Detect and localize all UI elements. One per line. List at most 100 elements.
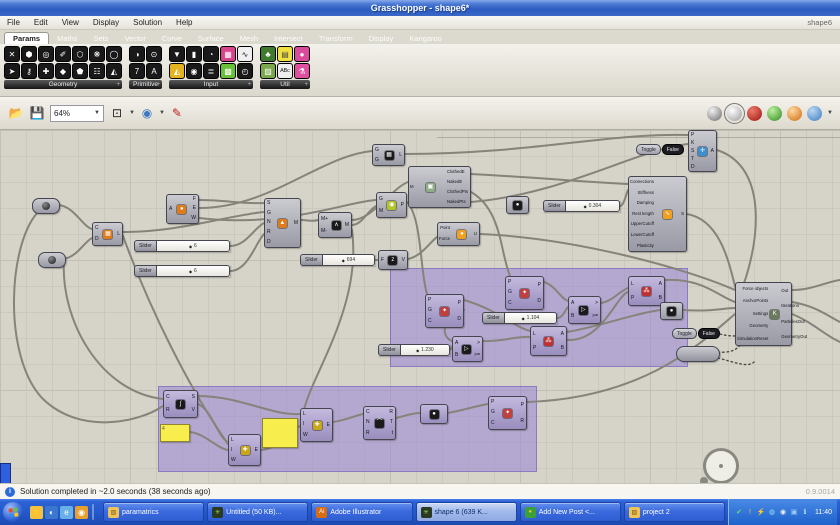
panel-small[interactable]: 4 bbox=[160, 424, 190, 442]
port-in[interactable]: I bbox=[303, 422, 304, 427]
port-in[interactable]: Rest length bbox=[632, 212, 654, 216]
slider-track[interactable]: ◆0.304 bbox=[566, 200, 620, 212]
menu-view[interactable]: View bbox=[55, 18, 86, 27]
menu-display[interactable]: Display bbox=[86, 18, 126, 27]
port-in[interactable]: D bbox=[691, 165, 695, 170]
port-in[interactable]: G bbox=[379, 197, 383, 202]
geometry-component-icon-6[interactable]: ◯ bbox=[106, 46, 122, 62]
port-out[interactable]: S bbox=[681, 212, 684, 216]
port-out[interactable]: W bbox=[191, 216, 196, 221]
tab-params[interactable]: Params bbox=[4, 32, 49, 44]
canvas-compass-widget[interactable] bbox=[703, 448, 739, 483]
slider-1230[interactable]: Slider◆1.230 bbox=[378, 344, 450, 356]
port-out[interactable]: ParticlesOut bbox=[781, 320, 804, 324]
port-out[interactable]: R bbox=[389, 410, 393, 415]
port-out[interactable]: E bbox=[255, 448, 258, 453]
geometry-component-icon-0[interactable]: ✕ bbox=[4, 46, 20, 62]
port-in[interactable]: G bbox=[428, 308, 432, 313]
port-in[interactable]: B bbox=[455, 353, 458, 358]
port-out[interactable]: V bbox=[192, 408, 195, 413]
geometry-param-2[interactable] bbox=[38, 252, 66, 268]
slider-grip[interactable]: ◆ bbox=[342, 258, 345, 263]
slider-694[interactable]: Slider◆694 bbox=[300, 254, 375, 266]
port-out[interactable]: P bbox=[538, 283, 541, 288]
group-expand-icon[interactable]: + bbox=[304, 82, 308, 88]
input-component-icon-2[interactable]: ◔ bbox=[203, 46, 219, 62]
meshmachine[interactable]: SGNRD▲M bbox=[264, 198, 301, 248]
port-in[interactable]: C bbox=[366, 410, 370, 415]
port-out[interactable]: A bbox=[561, 332, 564, 337]
port-in[interactable]: SimulationReset bbox=[737, 337, 768, 341]
port-in[interactable]: Settings bbox=[753, 312, 769, 316]
port-out[interactable]: L bbox=[117, 232, 120, 237]
start-button[interactable] bbox=[3, 502, 23, 522]
mesh-join[interactable]: M+M-∧M bbox=[318, 212, 352, 238]
tab-intersect[interactable]: Intersect bbox=[266, 33, 311, 44]
geometry-component-icon-1[interactable]: ⬢ bbox=[21, 46, 37, 62]
port-in[interactable]: L bbox=[631, 282, 634, 287]
port-in[interactable]: M+ bbox=[321, 217, 328, 222]
longest-list[interactable]: GG▦L bbox=[372, 144, 405, 166]
grasshopper-canvas[interactable]: CD▦LSlider◆6Slider◆6A●FEWSGNRD▲MM+M-∧MGG… bbox=[0, 130, 840, 483]
tab-display[interactable]: Display bbox=[361, 33, 402, 44]
slider-track[interactable]: ◆6 bbox=[157, 240, 230, 252]
slider-track[interactable]: ◆1.230 bbox=[401, 344, 450, 356]
port-out[interactable]: P bbox=[458, 301, 461, 306]
geometry-component-icon-8[interactable]: ⚷ bbox=[21, 63, 37, 79]
port-in[interactable]: C bbox=[95, 226, 99, 231]
geometry-component-icon-12[interactable]: ☷ bbox=[89, 63, 105, 79]
tab-maths[interactable]: Maths bbox=[49, 33, 85, 44]
sketch-pen-icon[interactable]: ✎ bbox=[168, 104, 186, 122]
timer[interactable] bbox=[676, 346, 720, 362]
geometry-component-icon-11[interactable]: ⬟ bbox=[72, 63, 88, 79]
tab-vector[interactable]: Vector bbox=[117, 33, 154, 44]
preview-wireframe[interactable] bbox=[727, 106, 742, 121]
slider-6a[interactable]: Slider◆6 bbox=[134, 240, 230, 252]
geometry-component-icon-4[interactable]: ⬡ bbox=[72, 46, 88, 62]
chevron-down-icon[interactable]: ▼ bbox=[129, 110, 135, 116]
port-in[interactable]: C bbox=[491, 421, 495, 426]
port-in[interactable]: S bbox=[267, 201, 270, 206]
task-button-4[interactable]: ✳shape 6 (639 K... bbox=[416, 502, 517, 522]
port-out[interactable]: U bbox=[474, 232, 477, 236]
pull-point-b[interactable]: PGC✦PD bbox=[505, 276, 544, 310]
port-in[interactable]: M- bbox=[321, 229, 327, 234]
menu-help[interactable]: Help bbox=[169, 18, 199, 27]
pull-point-a[interactable]: PGC✦PD bbox=[425, 294, 464, 328]
chevron-down-icon[interactable]: ▼ bbox=[827, 110, 833, 116]
toggle-reset[interactable]: ToggleFalse bbox=[672, 328, 720, 339]
slider-0304[interactable]: Slider◆0.304 bbox=[543, 200, 620, 212]
port-out[interactable]: B bbox=[659, 296, 662, 301]
port-in[interactable]: N bbox=[366, 420, 370, 425]
panel-big[interactable] bbox=[262, 418, 298, 448]
port-in[interactable]: P bbox=[533, 346, 536, 351]
util-component-icon-4[interactable]: ᴬᴮᶜ bbox=[277, 63, 293, 79]
slider-1104[interactable]: Slider◆1.104 bbox=[482, 312, 557, 324]
dispatch-a[interactable]: LP⁂AB bbox=[530, 326, 567, 356]
util-component-icon-2[interactable]: ● bbox=[294, 46, 310, 62]
port-out[interactable]: P bbox=[521, 403, 524, 408]
port-in[interactable]: G bbox=[508, 290, 512, 295]
taskbar-clock[interactable]: 11:40 bbox=[812, 509, 832, 516]
port-in[interactable]: P bbox=[508, 280, 511, 285]
group-expand-icon[interactable]: + bbox=[247, 82, 251, 88]
slider-grip[interactable]: ◆ bbox=[189, 269, 192, 274]
port-in[interactable]: P bbox=[428, 298, 431, 303]
task-button-6[interactable]: ▨project 2 bbox=[624, 502, 725, 522]
port-in[interactable]: N bbox=[267, 220, 271, 225]
slider-grip[interactable]: ◆ bbox=[416, 348, 419, 353]
quick-launch-icon-1[interactable]: ◐ bbox=[45, 506, 58, 519]
port-in[interactable]: P bbox=[691, 133, 694, 138]
task-button-5[interactable]: ●Add New Post <... bbox=[520, 502, 621, 522]
slider-grip[interactable]: ◆ bbox=[584, 204, 587, 209]
port-out[interactable]: ClothedE bbox=[447, 170, 465, 174]
tray-icon-5[interactable]: ▣ bbox=[789, 509, 799, 516]
port-in[interactable]: G bbox=[375, 148, 379, 153]
slider-track[interactable]: ◆1.104 bbox=[505, 312, 557, 324]
task-button-2[interactable]: ✳Untitled (50 KB)... bbox=[207, 502, 308, 522]
kangaroo-solver[interactable]: Force objectsAnchorPointsSettingsGeometr… bbox=[735, 282, 792, 346]
tab-mesh[interactable]: Mesh bbox=[232, 33, 266, 44]
menu-solution[interactable]: Solution bbox=[126, 18, 169, 27]
primitive-component-icon-3[interactable]: A bbox=[146, 63, 162, 79]
toggle-value[interactable]: False bbox=[698, 328, 720, 339]
